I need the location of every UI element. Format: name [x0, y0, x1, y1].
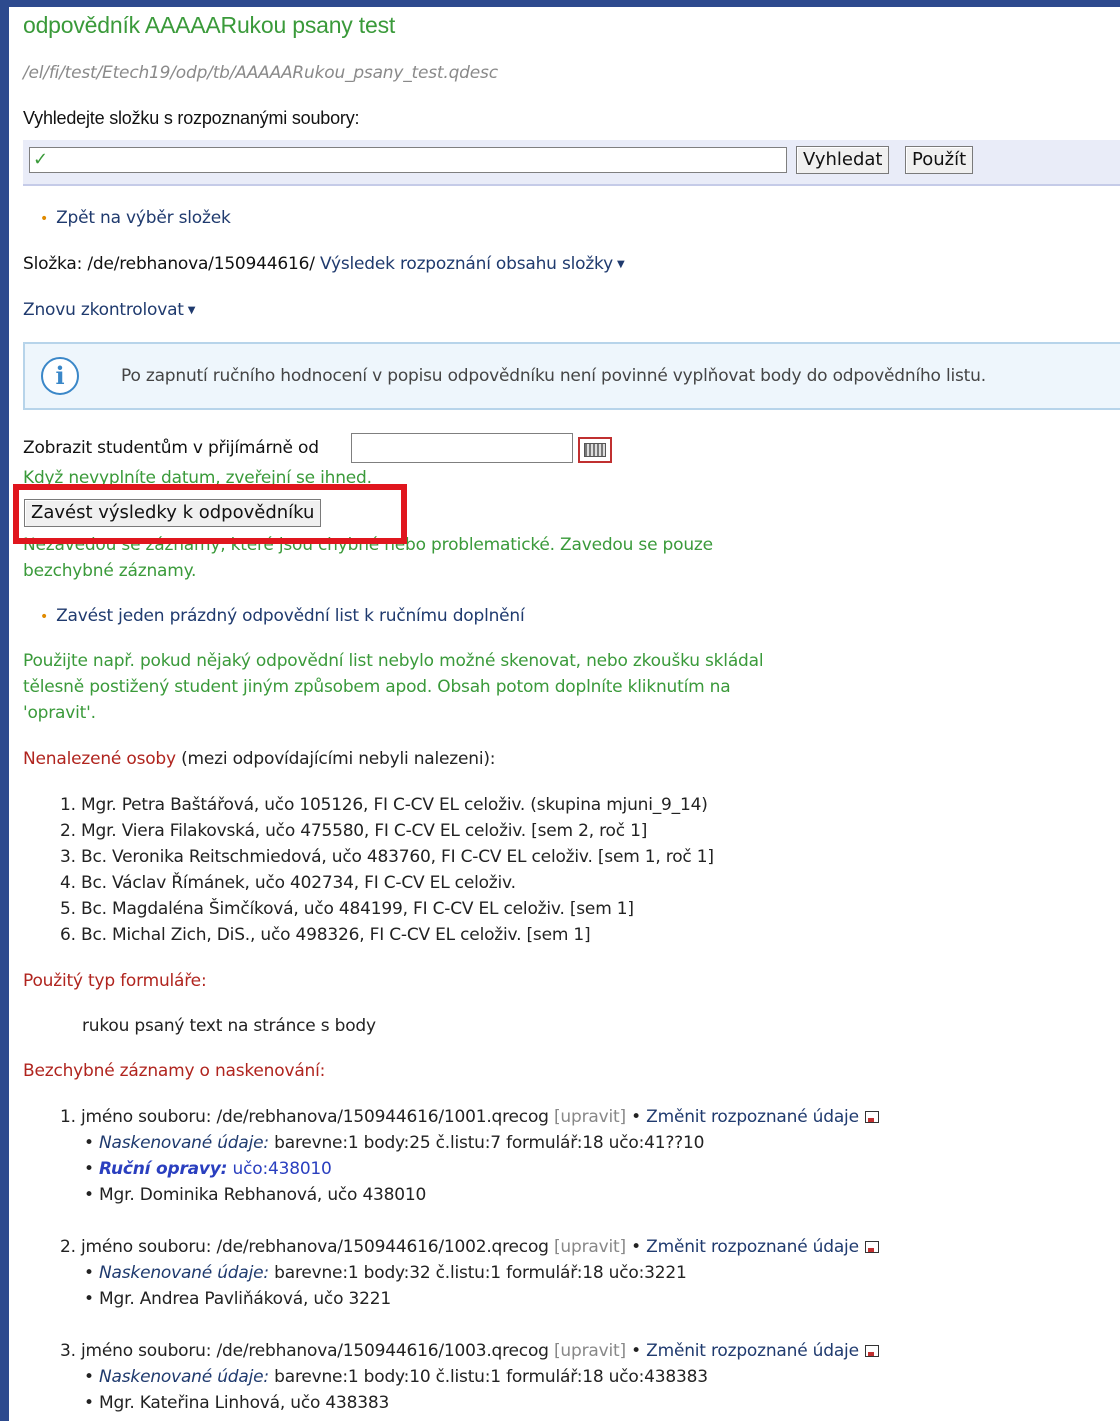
record-file-row: 1. jméno souboru: /de/rebhanova/15094461… [60, 1107, 879, 1127]
recheck-menu-label: Znovu zkontrolovat [23, 300, 184, 320]
change-data-link[interactable]: Změnit rozpoznané údaje [646, 1237, 859, 1257]
publish-date-input[interactable] [351, 433, 573, 463]
caret-down-icon: ▼ [187, 304, 196, 316]
record-manual-row: • Ruční opravy: učo:438010 [84, 1159, 332, 1179]
scanned-data: barevne:1 body:25 č.listu:7 formulář:18 … [274, 1133, 705, 1153]
scanned-data: barevne:1 body:10 č.listu:1 formulář:18 … [274, 1367, 708, 1387]
record-file-name: 3. jméno souboru: /de/rebhanova/15094461… [60, 1341, 549, 1361]
window-frame-top [0, 0, 1120, 7]
image-icon[interactable] [864, 1241, 879, 1253]
back-link[interactable]: • Zpět na výběr složek [40, 208, 231, 228]
back-link-label: Zpět na výběr složek [56, 208, 231, 228]
record-person-row: • Mgr. Kateřina Linhová, učo 438383 [84, 1393, 390, 1413]
scanned-label: Naskenované údaje: [99, 1263, 269, 1283]
scanned-label: Naskenované údaje: [99, 1367, 269, 1387]
records-heading: Bezchybné záznamy o naskenování: [23, 1061, 326, 1081]
publish-label: Zobrazit studentům v přijímárně od [23, 438, 319, 458]
scanned-label: Naskenované údaje: [99, 1133, 269, 1153]
search-bar: ✓ Vyhledat Použít [23, 140, 1120, 186]
manual-label: Ruční opravy: [99, 1159, 228, 1179]
edit-link[interactable]: [upravit] [554, 1237, 626, 1257]
not-found-heading: Nenalezené osoby [23, 749, 176, 769]
not-found-item: 2. Mgr. Viera Filakovská, učo 475580, FI… [60, 821, 648, 841]
folder-label: Složka: [23, 254, 83, 274]
not-found-item: 5. Bc. Magdaléna Šimčíková, učo 484199, … [60, 899, 634, 919]
form-type-heading: Použitý typ formuláře: [23, 971, 207, 991]
bullet-icon: • [40, 609, 49, 625]
page-title: odpovědník AAAAARukou psany test [23, 12, 396, 38]
search-check-icon: ✓ [33, 149, 48, 170]
image-icon[interactable] [864, 1345, 879, 1357]
record-scanned-row: • Naskenované údaje: barevne:1 body:25 č… [84, 1133, 705, 1153]
not-found-item: 4. Bc. Václav Římánek, učo 402734, FI C-… [60, 873, 516, 893]
empty-sheet-link[interactable]: • Zavést jeden prázdný odpovědní list k r… [40, 606, 525, 626]
not-found-item: 1. Mgr. Petra Baštářová, učo 105126, FI … [60, 795, 708, 815]
form-type-value: rukou psaný text na stránce s body [82, 1016, 376, 1036]
not-found-item: 6. Bc. Michal Zich, DiS., učo 498326, FI… [60, 925, 591, 945]
info-text: Po zapnutí ručního hodnocení v popisu od… [121, 366, 986, 386]
manual-data: učo:438010 [232, 1159, 332, 1179]
record-scanned-row: • Naskenované údaje: barevne:1 body:10 č… [84, 1367, 708, 1387]
record-file-row: 3. jméno souboru: /de/rebhanova/15094461… [60, 1341, 879, 1361]
change-data-link[interactable]: Změnit rozpoznané údaje [646, 1107, 859, 1127]
record-file-name: 2. jméno souboru: /de/rebhanova/15094461… [60, 1237, 549, 1257]
not-found-item: 3. Bc. Veronika Reitschmiedová, učo 4837… [60, 847, 714, 867]
record-person-row: • Mgr. Dominika Rebhanová, učo 438010 [84, 1185, 427, 1205]
edit-link[interactable]: [upravit] [554, 1341, 626, 1361]
file-path: /el/fi/test/Etech19/odp/tb/AAAAARukou_ps… [23, 63, 498, 83]
record-person: Mgr. Andrea Pavliňáková, učo 3221 [99, 1289, 391, 1309]
record-person: Mgr. Dominika Rebhanová, učo 438010 [99, 1185, 427, 1205]
recheck-menu[interactable]: Znovu zkontrolovat ▼ [23, 300, 195, 320]
scanned-data: barevne:1 body:32 č.listu:1 formulář:18 … [274, 1263, 687, 1283]
result-menu[interactable]: Výsledek rozpoznání obsahu složky ▼ [320, 254, 625, 274]
change-data-link[interactable]: Změnit rozpoznané údaje [646, 1341, 859, 1361]
search-input[interactable] [29, 147, 787, 173]
record-file-row: 2. jméno souboru: /de/rebhanova/15094461… [60, 1237, 879, 1257]
record-file-name: 1. jméno souboru: /de/rebhanova/15094461… [60, 1107, 549, 1127]
window-frame-left [0, 0, 9, 1421]
search-button[interactable]: Vyhledat [796, 146, 890, 174]
info-box: i Po zapnutí ručního hodnocení v popisu … [23, 342, 1120, 410]
record-scanned-row: • Naskenované údaje: barevne:1 body:32 č… [84, 1263, 687, 1283]
empty-sheet-note-3: 'opravit'. [23, 703, 96, 723]
caret-down-icon: ▼ [616, 258, 625, 270]
record-person: Mgr. Kateřina Linhová, učo 438383 [99, 1393, 390, 1413]
folder-row: Složka: /de/rebhanova/150944616/ Výslede… [23, 254, 625, 274]
info-icon: i [41, 357, 79, 395]
search-label: Vyhledejte složku s rozpoznanými soubory… [23, 108, 360, 128]
import-note-line2: bezchybné záznamy. [23, 561, 197, 581]
result-menu-label: Výsledek rozpoznání obsahu složky [320, 254, 613, 274]
not-found-heading-suffix: (mezi odpovídajícími nebyli nalezeni): [181, 749, 496, 769]
empty-sheet-note-1: Použijte např. pokud nějaký odpovědní li… [23, 651, 764, 671]
record-person-row: • Mgr. Andrea Pavliňáková, učo 3221 [84, 1289, 391, 1309]
folder-path: /de/rebhanova/150944616/ [87, 254, 315, 274]
image-icon[interactable] [864, 1111, 879, 1123]
empty-sheet-link-label: Zavést jeden prázdný odpovědní list k ru… [56, 606, 525, 626]
empty-sheet-note-2: tělesně postižený student jiným způsobem… [23, 677, 731, 697]
edit-link[interactable]: [upravit] [554, 1107, 626, 1127]
highlight-box [13, 484, 407, 544]
use-button[interactable]: Použít [905, 146, 974, 174]
not-found-heading-row: Nenalezené osoby (mezi odpovídajícími ne… [23, 749, 496, 769]
bullet-icon: • [40, 211, 49, 227]
calendar-icon[interactable] [578, 437, 612, 463]
